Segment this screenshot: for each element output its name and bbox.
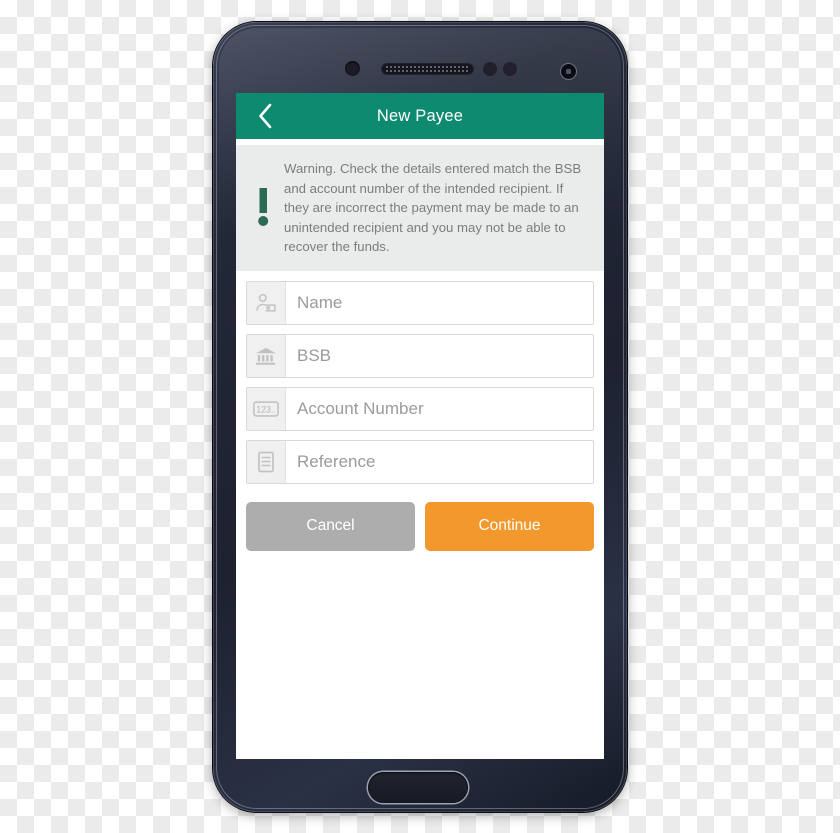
name-input[interactable] <box>286 281 593 324</box>
account-number-input[interactable] <box>286 387 593 430</box>
reference-field-row[interactable] <box>246 439 594 484</box>
warning-panel: Warning. Check the details entered match… <box>236 145 604 271</box>
numeric-123-icon: 123.. <box>247 387 286 430</box>
document-lines-icon <box>247 440 286 483</box>
warning-message: Warning. Check the details entered match… <box>284 161 582 254</box>
home-button[interactable] <box>368 772 468 803</box>
phone-screen: New Payee Warning. Check the details ent… <box>236 93 604 759</box>
continue-button[interactable]: Continue <box>425 501 594 551</box>
chevron-left-icon <box>258 103 271 129</box>
earpiece-speaker-icon <box>381 63 474 75</box>
proximity-sensor-icon <box>345 61 360 76</box>
reference-input[interactable] <box>286 440 593 483</box>
speaker-mesh <box>385 65 470 73</box>
action-button-row: Cancel Continue <box>236 493 604 551</box>
payee-form: 123.. <box>236 271 604 484</box>
light-sensor-icon <box>483 62 497 76</box>
back-button[interactable] <box>244 93 286 139</box>
page-title: New Payee <box>376 106 464 125</box>
svg-text:123..: 123.. <box>256 404 276 414</box>
empty-content-area <box>236 550 604 731</box>
bsb-input[interactable] <box>286 334 593 377</box>
account-number-field-row[interactable]: 123.. <box>246 386 594 431</box>
exclamation-mark-icon <box>246 186 280 230</box>
cancel-button[interactable]: Cancel <box>246 501 415 551</box>
app-header: New Payee <box>236 93 604 139</box>
bsb-field-row[interactable] <box>246 333 594 378</box>
person-tag-icon <box>247 281 286 324</box>
notification-led-icon <box>503 62 517 76</box>
front-camera-icon <box>561 64 576 79</box>
camera-lens <box>566 69 571 74</box>
phone-device: New Payee Warning. Check the details ent… <box>213 22 627 812</box>
bank-building-icon <box>247 334 286 377</box>
name-field-row[interactable] <box>246 280 594 325</box>
